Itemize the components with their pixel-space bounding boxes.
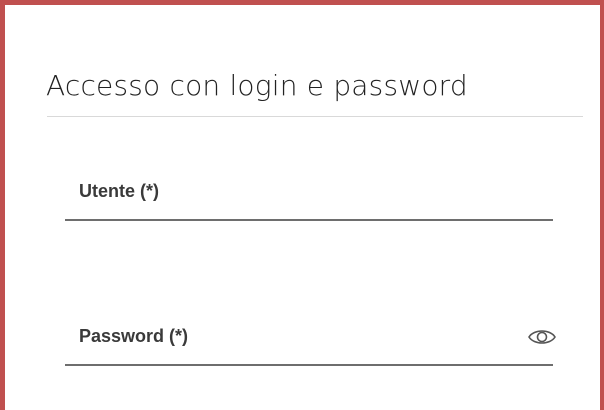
username-field[interactable]: Utente (*) [65,169,557,221]
eye-icon[interactable] [527,326,557,348]
login-panel: Accesso con login e password Utente (*) … [0,0,604,410]
password-input[interactable] [65,314,557,366]
password-underline [65,364,553,366]
username-underline [65,219,553,221]
password-field[interactable]: Password (*) [65,314,557,366]
login-title: Accesso con login e password [46,69,468,102]
title-divider [47,116,583,117]
username-input[interactable] [65,169,557,221]
